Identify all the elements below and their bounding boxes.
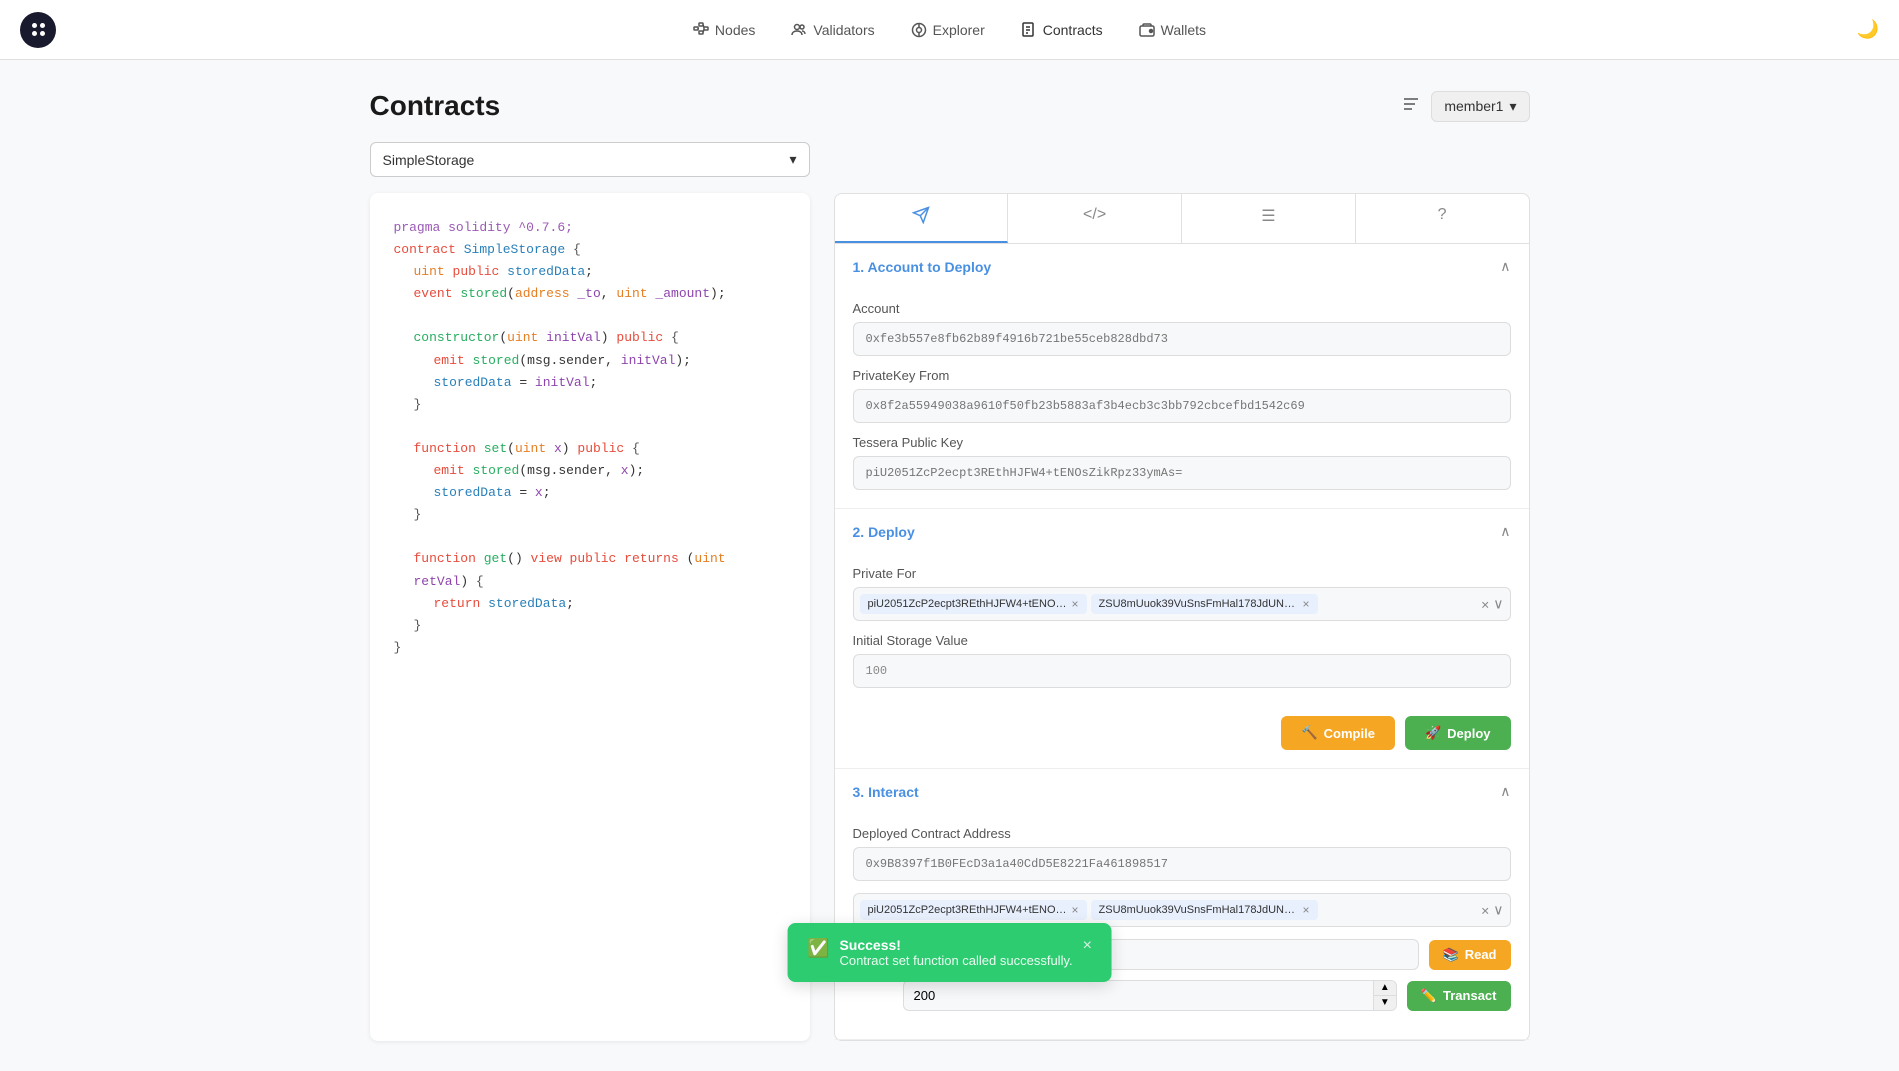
deploy-tags-expand[interactable]: ∨: [1493, 596, 1503, 613]
nav-validators[interactable]: Validators: [791, 22, 874, 38]
stepper-down[interactable]: ▼: [1374, 996, 1396, 1010]
page-header: Contracts member1 ▾: [370, 90, 1530, 122]
section-deploy: 2. Deploy ∧ Private For piU2051ZcP2ecpt3…: [835, 509, 1529, 769]
private-for-label: Private For: [853, 566, 1511, 581]
section-interact-title: 3. Interact: [853, 784, 919, 800]
section-deploy-chevron: ∧: [1500, 523, 1510, 540]
contract-address-input[interactable]: [853, 847, 1511, 881]
account-input[interactable]: [853, 322, 1511, 356]
right-panel: </> ☰ ? 1. Account to Deploy ∧ Ac: [834, 193, 1530, 1041]
section-deploy-body: Private For piU2051ZcP2ecpt3REthHJFW4+tE…: [835, 554, 1529, 768]
contract-address-label: Deployed Contract Address: [853, 826, 1511, 841]
tab-menu[interactable]: ☰: [1182, 194, 1356, 243]
tab-deploy[interactable]: [835, 194, 1009, 243]
main-content: Contracts member1 ▾ SimpleStorage ▾ prag…: [350, 60, 1550, 1071]
toast-message: Contract set function called successfull…: [839, 953, 1072, 968]
deploy-tag-0-close[interactable]: ×: [1072, 597, 1079, 611]
header-right: member1 ▾: [1401, 91, 1529, 122]
member-selector[interactable]: member1 ▾: [1431, 91, 1529, 122]
section-account-title: 1. Account to Deploy: [853, 259, 992, 275]
contract-selector-wrap: SimpleStorage ▾: [370, 142, 1530, 177]
account-label: Account: [853, 301, 1511, 316]
interact-tags-input[interactable]: piU2051ZcP2ecpt3REthHJFW4+tENOsZikRpz33y…: [853, 893, 1511, 927]
toast-close[interactable]: ×: [1083, 937, 1092, 955]
tab-code[interactable]: </>: [1008, 194, 1182, 243]
tab-help[interactable]: ?: [1356, 194, 1529, 243]
code-panel: pragma solidity ^0.7.6; contract SimpleS…: [370, 193, 810, 1041]
set-row: ▲ ▼ ✏️ Transact: [853, 980, 1511, 1011]
interact-tag-1-close[interactable]: ×: [1303, 903, 1310, 917]
toast-icon: ✅: [807, 938, 829, 959]
section-interact: 3. Interact ∧ Deployed Contract Address …: [835, 769, 1529, 1040]
theme-toggle[interactable]: 🌙: [1857, 19, 1879, 40]
interact-tags-clear[interactable]: ×: [1481, 902, 1489, 919]
success-toast: ✅ Success! Contract set function called …: [787, 923, 1112, 982]
section-account-chevron: ∧: [1500, 258, 1510, 275]
section-interact-chevron: ∧: [1500, 783, 1510, 800]
stepper-up[interactable]: ▲: [1374, 981, 1396, 996]
tessera-input[interactable]: [853, 456, 1511, 490]
toast-content: Success! Contract set function called su…: [839, 937, 1072, 968]
panel-tabs: </> ☰ ?: [834, 193, 1530, 243]
compile-button[interactable]: 🔨 Compile: [1281, 716, 1394, 750]
content-area: pragma solidity ^0.7.6; contract SimpleS…: [370, 193, 1530, 1041]
nav-links: Nodes Validators Explorer Contracts Wall…: [693, 22, 1206, 38]
deploy-btn-row: 🔨 Compile 🚀 Deploy: [853, 716, 1511, 750]
toast-title: Success!: [839, 937, 1072, 953]
interact-tag-0-close[interactable]: ×: [1072, 903, 1079, 917]
nav-nodes[interactable]: Nodes: [693, 22, 755, 38]
section-deploy-header[interactable]: 2. Deploy ∧: [835, 509, 1529, 554]
transact-input[interactable]: [904, 981, 1373, 1010]
contract-selector[interactable]: SimpleStorage ▾: [370, 142, 810, 177]
section-account: 1. Account to Deploy ∧ Account PrivateKe…: [835, 244, 1529, 509]
privatekey-label: PrivateKey From: [853, 368, 1511, 383]
deploy-tag-0: piU2051ZcP2ecpt3REthHJFW4+tENOsZikRpz33y…: [860, 594, 1087, 614]
privatekey-input[interactable]: [853, 389, 1511, 423]
interact-tag-0: piU2051ZcP2ecpt3REthHJFW4+tENOsZikRpz33y…: [860, 900, 1087, 920]
section-account-header[interactable]: 1. Account to Deploy ∧: [835, 244, 1529, 289]
deploy-tags-input[interactable]: piU2051ZcP2ecpt3REthHJFW4+tENOsZikRpz33y…: [853, 587, 1511, 621]
interact-tag-1: ZSU8mUuok39VuSnsFmHal178JdUNekw/XmYLArRn…: [1091, 900, 1318, 920]
transact-button[interactable]: ✏️ Transact: [1407, 981, 1511, 1011]
deploy-tag-1-close[interactable]: ×: [1303, 597, 1310, 611]
read-button[interactable]: 📚 Read: [1429, 940, 1511, 970]
transact-stepper: ▲ ▼: [903, 980, 1397, 1011]
nav-wallets[interactable]: Wallets: [1139, 22, 1206, 38]
section-account-body: Account PrivateKey From Tessera Public K…: [835, 289, 1529, 508]
interact-tags-expand[interactable]: ∨: [1493, 902, 1503, 919]
sections-panel: 1. Account to Deploy ∧ Account PrivateKe…: [834, 243, 1530, 1041]
storage-input[interactable]: [853, 654, 1511, 688]
nav-explorer[interactable]: Explorer: [911, 22, 985, 38]
deploy-tags-clear[interactable]: ×: [1481, 596, 1489, 613]
filter-button[interactable]: [1401, 94, 1421, 119]
page-title: Contracts: [370, 90, 501, 122]
section-deploy-title: 2. Deploy: [853, 524, 915, 540]
deploy-tag-1: ZSU8mUuok39VuSnsFmHal178JdUNekw/XmYLArRn…: [1091, 594, 1318, 614]
tessera-label: Tessera Public Key: [853, 435, 1511, 450]
section-interact-header[interactable]: 3. Interact ∧: [835, 769, 1529, 814]
nav-contracts[interactable]: Contracts: [1021, 22, 1103, 38]
code-block: pragma solidity ^0.7.6; contract SimpleS…: [394, 217, 786, 659]
logo: [20, 12, 56, 48]
storage-label: Initial Storage Value: [853, 633, 1511, 648]
navbar: Nodes Validators Explorer Contracts Wall…: [0, 0, 1899, 60]
deploy-button[interactable]: 🚀 Deploy: [1405, 716, 1511, 750]
